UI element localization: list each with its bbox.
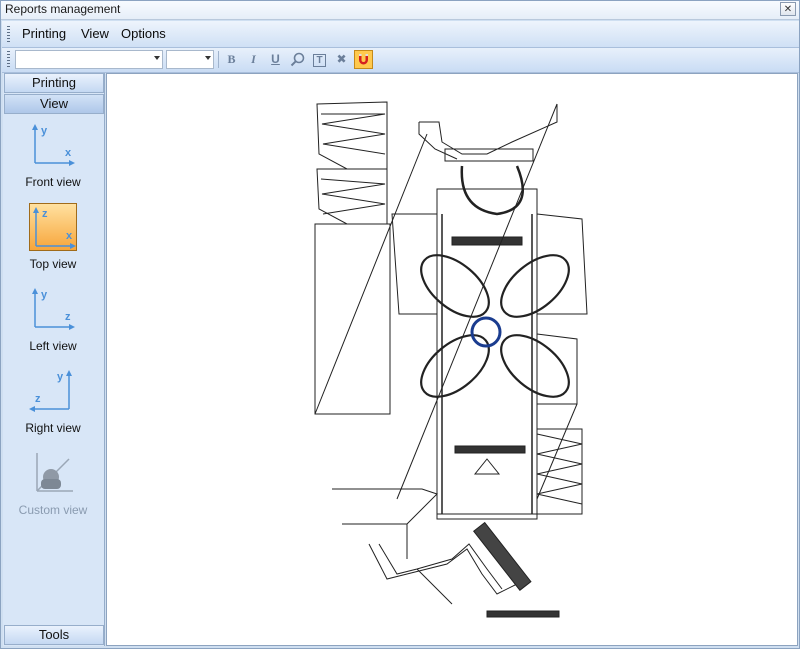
zoom-icon xyxy=(290,52,305,67)
menu-printing[interactable]: Printing xyxy=(22,26,66,41)
custom-view-button[interactable]: Custom view xyxy=(3,449,103,529)
menu-options[interactable]: Options xyxy=(121,26,166,41)
axis-label-z: z xyxy=(35,393,41,405)
axis-label-x: x xyxy=(65,147,72,159)
right-view-label: Right view xyxy=(25,421,81,435)
font-family-combo[interactable] xyxy=(15,50,163,69)
format-toolbar: B I U T ✖ xyxy=(2,48,799,73)
underline-button[interactable]: U xyxy=(266,50,285,69)
font-size-combo[interactable] xyxy=(166,50,214,69)
axis-label-y: y xyxy=(57,371,64,383)
delete-button[interactable]: ✖ xyxy=(332,50,351,69)
axis-label-y: y xyxy=(41,125,48,137)
right-view-icon: y z xyxy=(29,367,77,415)
menu-view[interactable]: View xyxy=(81,26,109,41)
left-view-button[interactable]: y z Left view xyxy=(3,285,103,365)
chevron-down-icon xyxy=(154,56,160,60)
left-view-label: Left view xyxy=(29,339,77,353)
underline-icon: U xyxy=(271,52,280,66)
toolbar-separator xyxy=(218,51,219,68)
top-view-button[interactable]: z x Top view xyxy=(3,203,103,283)
front-view-label: Front view xyxy=(25,175,81,189)
delete-icon: ✖ xyxy=(336,52,347,66)
toolbar-grip[interactable] xyxy=(7,51,10,68)
axis-label-y: y xyxy=(41,289,48,301)
plan-drawing xyxy=(314,101,588,618)
axis-label-z: z xyxy=(42,208,48,220)
bold-icon: B xyxy=(227,52,236,66)
title-bar: Reports management ✕ xyxy=(1,1,799,20)
close-button[interactable]: ✕ xyxy=(780,2,796,16)
right-view-button[interactable]: y z Right view xyxy=(3,367,103,447)
custom-view-label: Custom view xyxy=(18,503,88,517)
menu-grip[interactable] xyxy=(7,26,10,42)
drawing-canvas[interactable] xyxy=(106,73,798,646)
view-sidebar: Printing View y x Front view z x Top vie… xyxy=(3,73,105,646)
front-view-button[interactable]: y x Front view xyxy=(3,121,103,201)
magnet-button[interactable] xyxy=(354,50,373,69)
bold-button[interactable]: B xyxy=(222,50,241,69)
italic-icon: I xyxy=(251,52,256,66)
section-view[interactable]: View xyxy=(4,94,104,114)
text-box-button[interactable]: T xyxy=(310,50,329,69)
italic-button[interactable]: I xyxy=(244,50,263,69)
left-view-icon: y z xyxy=(29,285,77,333)
custom-view-icon xyxy=(29,449,77,497)
section-printing[interactable]: Printing xyxy=(4,73,104,93)
chevron-down-icon xyxy=(205,56,211,60)
reports-window: Reports management ✕ Printing View Optio… xyxy=(0,0,800,649)
top-view-icon: z x xyxy=(29,203,77,251)
section-tools[interactable]: Tools xyxy=(4,625,104,645)
zoom-button[interactable] xyxy=(288,50,307,69)
axis-label-z: z xyxy=(65,311,71,323)
front-view-icon: y x xyxy=(29,121,77,169)
menu-bar: Printing View Options xyxy=(2,21,799,48)
window-title: Reports management xyxy=(5,2,121,16)
text-box-icon: T xyxy=(313,54,326,67)
top-view-label: Top view xyxy=(29,257,77,271)
axis-label-x: x xyxy=(66,230,73,242)
magnet-icon xyxy=(359,54,368,65)
